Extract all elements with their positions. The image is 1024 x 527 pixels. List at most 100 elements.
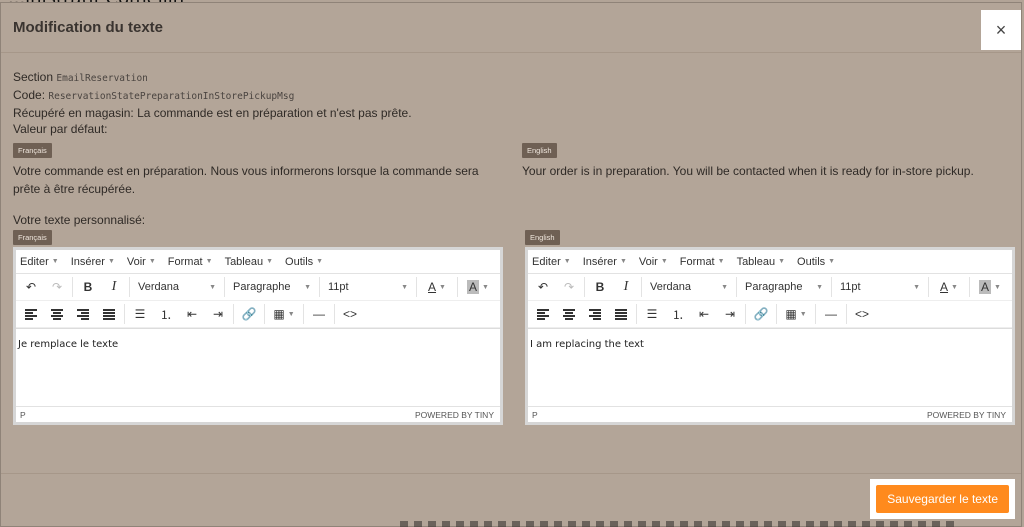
menu-label: Tableau xyxy=(224,255,264,268)
toolbar-divider xyxy=(831,277,832,297)
block-format-select[interactable]: Paragraphe ▼ xyxy=(739,276,829,298)
default-en: English Your order is in preparation. Yo… xyxy=(522,141,1009,198)
numbered-list-icon[interactable]: ⒈ xyxy=(153,303,179,325)
menu-format[interactable]: Format ▼ xyxy=(168,256,213,268)
menu-label: Insérer xyxy=(582,255,617,268)
chevron-down-icon: ▼ xyxy=(799,310,807,318)
outdent-icon[interactable]: ⇤ xyxy=(691,303,717,325)
toolbar-divider xyxy=(416,277,417,297)
menu-format[interactable]: Format ▼ xyxy=(680,256,725,268)
align-right-icon[interactable] xyxy=(70,303,96,325)
undo-icon[interactable]: ↶ xyxy=(18,276,44,298)
align-center-icon[interactable] xyxy=(556,303,582,325)
source-code-icon[interactable]: <> xyxy=(337,303,363,325)
table-icon[interactable]: ▦ ▼ xyxy=(267,303,301,325)
bold-icon[interactable]: B xyxy=(587,276,613,298)
tiny-branding-link[interactable]: POWERED BY TINY xyxy=(927,410,1006,420)
align-justify-icon[interactable] xyxy=(608,303,634,325)
lang-tag-fr: Français xyxy=(13,143,52,158)
align-left-icon[interactable] xyxy=(18,303,44,325)
source-code-icon[interactable]: <> xyxy=(849,303,875,325)
chevron-down-icon: ▼ xyxy=(148,258,156,265)
link-icon[interactable]: 🔗 xyxy=(236,303,262,325)
redo-icon[interactable]: ↷ xyxy=(44,276,70,298)
indent-icon[interactable]: ⇥ xyxy=(205,303,231,325)
italic-icon[interactable]: I xyxy=(101,276,127,298)
link-icon[interactable]: 🔗 xyxy=(748,303,774,325)
font-family-select[interactable]: Verdana ▼ xyxy=(132,276,222,298)
editor-toolbar-2: ☰ ⒈ ⇤ ⇥ 🔗 ▦ ▼ — <> xyxy=(528,301,1012,328)
block-format-select[interactable]: Paragraphe ▼ xyxy=(227,276,317,298)
background-text-strip xyxy=(400,521,960,527)
toolbar-divider xyxy=(636,304,637,324)
edit-text-modal: Modification du texte × Section EmailRes… xyxy=(0,2,1022,527)
font-size-select[interactable]: 11pt ▼ xyxy=(322,276,414,298)
menu-tools[interactable]: Outils ▼ xyxy=(285,256,323,268)
toolbar-divider xyxy=(969,277,970,297)
toolbar-divider xyxy=(846,304,847,324)
editor-toolbar-1: ↶ ↷ B I Verdana ▼ Paragraphe ▼ 11pt ▼ A ▼ xyxy=(528,274,1012,301)
element-path[interactable]: P xyxy=(532,410,538,420)
font-size-select[interactable]: 11pt ▼ xyxy=(834,276,926,298)
toolbar-divider xyxy=(641,277,642,297)
horizontal-rule-icon[interactable]: — xyxy=(818,303,844,325)
chevron-down-icon: ▼ xyxy=(816,283,823,291)
menu-insert[interactable]: Insérer ▼ xyxy=(71,256,115,268)
background-color-icon[interactable]: A ▼ xyxy=(460,276,496,298)
font-family-value: Verdana xyxy=(138,281,179,293)
toolbar-divider xyxy=(334,304,335,324)
default-label: Valeur par défaut: xyxy=(13,122,108,136)
bullet-list-icon[interactable]: ☰ xyxy=(639,303,665,325)
align-justify-icon[interactable] xyxy=(96,303,122,325)
toolbar-divider xyxy=(319,277,320,297)
chevron-down-icon: ▼ xyxy=(563,258,571,265)
align-left-icon[interactable] xyxy=(530,303,556,325)
outdent-icon[interactable]: ⇤ xyxy=(179,303,205,325)
align-center-icon[interactable] xyxy=(44,303,70,325)
background-color-icon[interactable]: A ▼ xyxy=(972,276,1008,298)
table-icon[interactable]: ▦ ▼ xyxy=(779,303,813,325)
tiny-branding-link[interactable]: POWERED BY TINY xyxy=(415,410,494,420)
chevron-down-icon: ▼ xyxy=(951,283,958,291)
menu-tools[interactable]: Outils ▼ xyxy=(797,256,835,268)
element-path[interactable]: P xyxy=(20,410,26,420)
horizontal-rule-icon[interactable]: — xyxy=(306,303,332,325)
menu-insert[interactable]: Insérer ▼ xyxy=(583,256,627,268)
editor-statusbar: P POWERED BY TINY xyxy=(528,406,1012,422)
redo-icon[interactable]: ↷ xyxy=(556,276,582,298)
bullet-list-icon[interactable]: ☰ xyxy=(127,303,153,325)
close-button[interactable]: × xyxy=(981,10,1021,50)
menu-label: Voir xyxy=(638,255,658,268)
menu-label: Tableau xyxy=(736,255,776,268)
editor-content[interactable]: Je remplace le texte xyxy=(16,328,500,406)
default-text-fr: Votre commande est en préparation. Nous … xyxy=(13,164,479,196)
chevron-down-icon: ▼ xyxy=(107,258,115,265)
editor-col-en: English Editer ▼ Insérer ▼ Voir ▼ Format ▼ T… xyxy=(525,228,1015,425)
chevron-down-icon: ▼ xyxy=(266,258,274,265)
menu-table[interactable]: Tableau ▼ xyxy=(225,256,273,268)
indent-icon[interactable]: ⇥ xyxy=(717,303,743,325)
align-right-icon[interactable] xyxy=(582,303,608,325)
editor-menubar: Editer ▼ Insérer ▼ Voir ▼ Format ▼ Tableau ▼ … xyxy=(528,250,1012,274)
text-color-icon[interactable]: A ▼ xyxy=(419,276,455,298)
editor-content[interactable]: I am replacing the text xyxy=(528,328,1012,406)
font-family-select[interactable]: Verdana ▼ xyxy=(644,276,734,298)
menu-table[interactable]: Tableau ▼ xyxy=(737,256,785,268)
menu-view[interactable]: Voir ▼ xyxy=(127,256,156,268)
italic-icon[interactable]: I xyxy=(613,276,639,298)
editor-menubar: Editer ▼ Insérer ▼ Voir ▼ Format ▼ Tableau ▼ … xyxy=(16,250,500,274)
menu-edit[interactable]: Editer ▼ xyxy=(20,256,59,268)
menu-edit[interactable]: Editer ▼ xyxy=(532,256,571,268)
undo-icon[interactable]: ↶ xyxy=(530,276,556,298)
description: Récupéré en magasin: La commande est en … xyxy=(13,106,412,120)
numbered-list-icon[interactable]: ⒈ xyxy=(665,303,691,325)
toolbar-divider xyxy=(72,277,73,297)
text-color-icon[interactable]: A ▼ xyxy=(931,276,967,298)
toolbar-divider xyxy=(928,277,929,297)
menu-view[interactable]: Voir ▼ xyxy=(639,256,668,268)
save-button[interactable]: Sauvegarder le texte xyxy=(876,485,1009,513)
toolbar-divider xyxy=(233,304,234,324)
bold-icon[interactable]: B xyxy=(75,276,101,298)
toolbar-divider xyxy=(815,304,816,324)
default-text-en: Your order is in preparation. You will b… xyxy=(522,164,974,178)
